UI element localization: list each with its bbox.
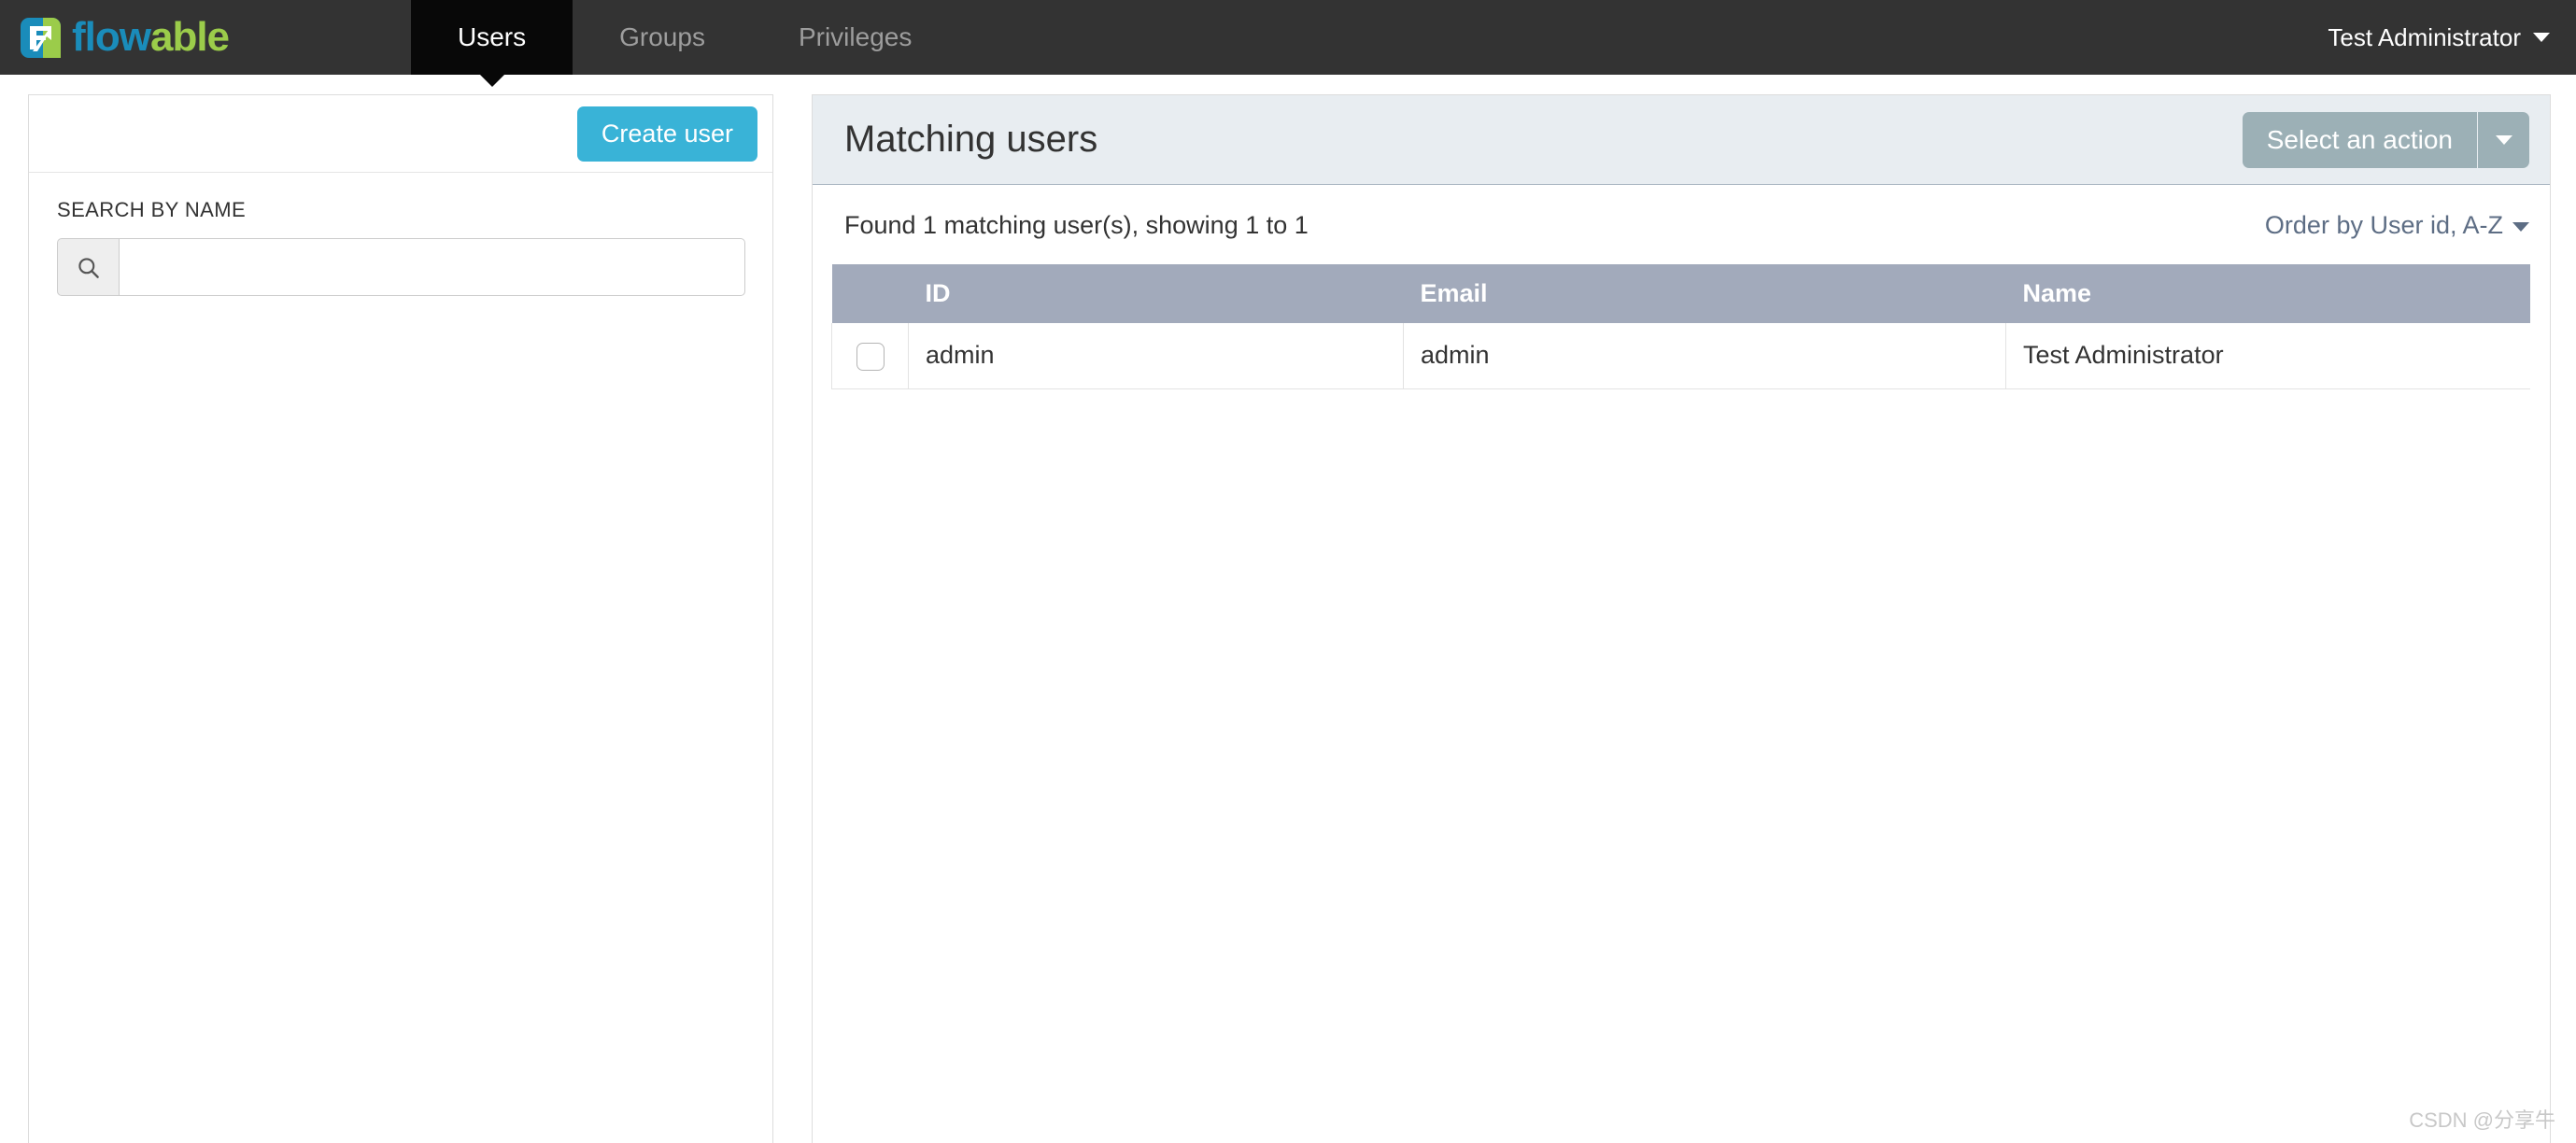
filter-panel: Create user SEARCH BY NAME	[28, 94, 773, 1143]
search-by-name-label: SEARCH BY NAME	[57, 198, 247, 221]
select-action-group: Select an action	[2242, 111, 2529, 168]
column-header-name: Name	[2005, 264, 2530, 323]
main-panel: Matching users Select an action Found 1 …	[812, 94, 2551, 1143]
search-section: SEARCH BY NAME	[29, 173, 772, 296]
results-count: Found 1 matching user(s), showing 1 to 1	[844, 211, 1309, 239]
select-action-button[interactable]: Select an action	[2242, 111, 2477, 168]
page-title: Matching users	[844, 119, 1098, 160]
table-row[interactable]: admin admin Test Administrator	[831, 323, 2530, 389]
filter-panel-header: Create user	[29, 95, 772, 173]
brand-word-able: able	[149, 14, 230, 60]
caret-down-icon	[2512, 221, 2529, 232]
cell-email: admin	[1403, 323, 2006, 389]
tab-privileges-label: Privileges	[798, 22, 913, 51]
chevron-down-icon	[2533, 33, 2550, 42]
top-navbar: flowable Users Groups Privileges Test Ad…	[0, 0, 2576, 87]
cell-id: admin	[908, 323, 1404, 389]
order-by-dropdown[interactable]: Order by User id, A-Z	[2265, 211, 2529, 240]
search-input-group	[57, 238, 745, 296]
main-panel-header: Matching users Select an action	[813, 95, 2550, 185]
order-by-label: Order by User id, A-Z	[2264, 211, 2503, 239]
brand[interactable]: flowable	[0, 0, 411, 75]
column-header-id: ID	[908, 264, 1404, 323]
brand-word-flow: flow	[72, 14, 151, 60]
flowable-logo-icon	[21, 17, 61, 58]
nav-tabs: Users Groups Privileges	[411, 0, 958, 87]
tab-groups[interactable]: Groups	[573, 0, 752, 75]
caret-down-icon	[2495, 134, 2512, 145]
users-table: ID Email Name admin admin Test Administr…	[831, 264, 2530, 389]
table-header-row: ID Email Name	[831, 264, 2530, 323]
tab-users-label: Users	[458, 22, 527, 51]
search-icon[interactable]	[57, 238, 119, 296]
tab-privileges[interactable]: Privileges	[752, 0, 958, 75]
row-select-checkbox[interactable]	[856, 342, 885, 371]
tab-groups-label: Groups	[619, 22, 705, 51]
brand-wordmark: flowable	[72, 14, 230, 60]
row-select-cell[interactable]	[831, 323, 909, 389]
select-action-dropdown-toggle[interactable]	[2477, 111, 2529, 168]
cell-name: Test Administrator	[2005, 323, 2530, 389]
users-table-body: admin admin Test Administrator	[831, 323, 2530, 389]
column-header-email: Email	[1403, 264, 2006, 323]
column-header-select	[831, 264, 909, 323]
user-menu-label: Test Administrator	[2328, 22, 2521, 51]
user-menu[interactable]: Test Administrator	[2328, 0, 2576, 75]
users-table-head: ID Email Name	[831, 264, 2530, 323]
results-bar: Found 1 matching user(s), showing 1 to 1…	[813, 185, 2550, 240]
create-user-button[interactable]: Create user	[576, 106, 757, 162]
search-input[interactable]	[119, 238, 745, 296]
watermark: CSDN @分享牛	[2409, 1108, 2555, 1132]
tab-users[interactable]: Users	[411, 0, 573, 87]
